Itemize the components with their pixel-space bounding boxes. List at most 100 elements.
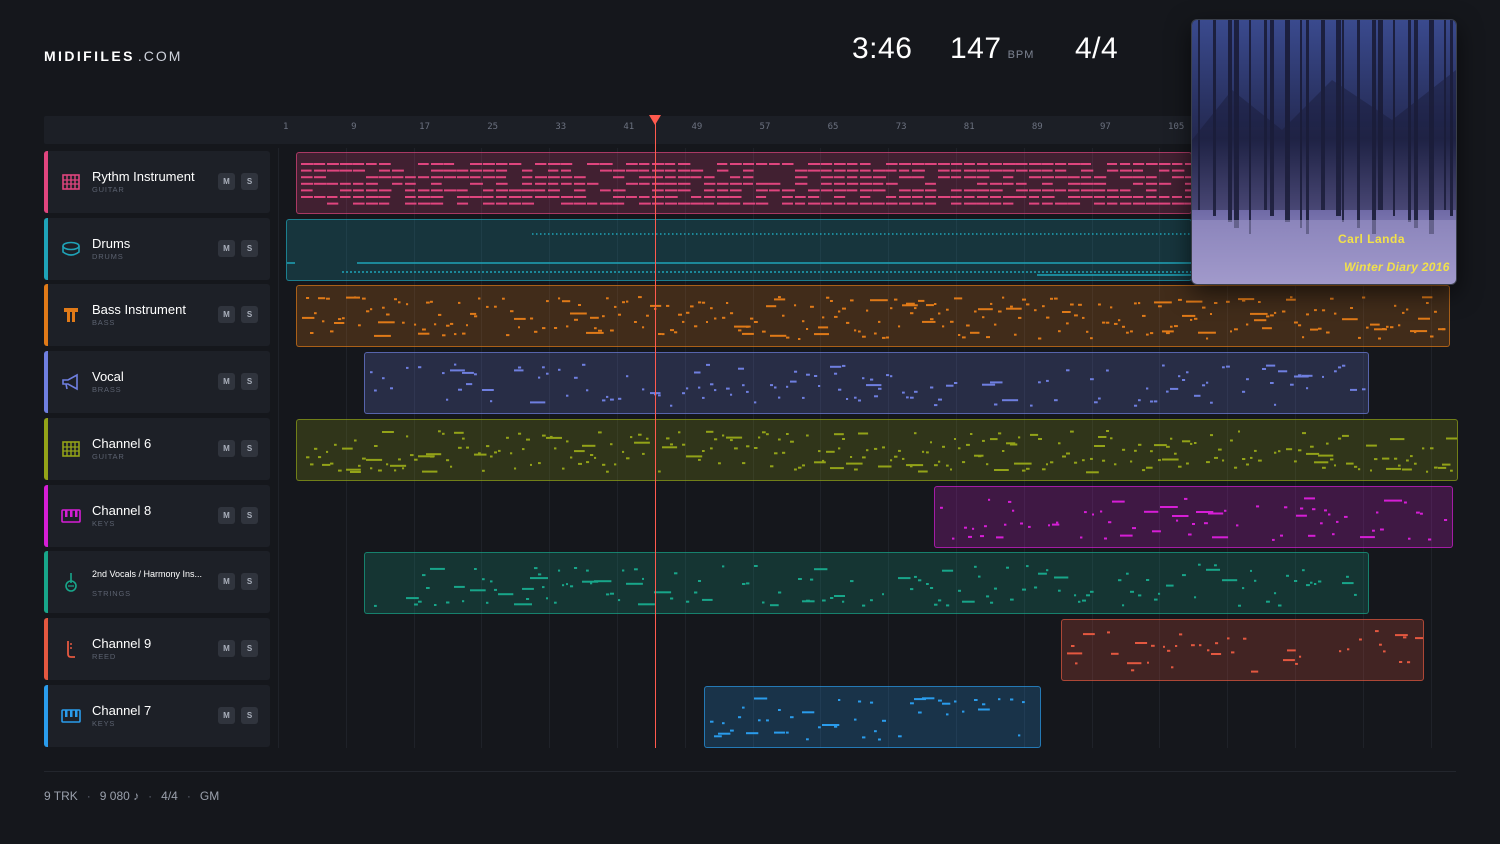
footer-midi-standard: GM	[199, 789, 220, 803]
clip-notes	[287, 232, 1191, 276]
solo-button[interactable]: S	[241, 506, 258, 524]
track-header[interactable]: Bass Instrument BASS M S	[44, 284, 270, 347]
midi-clip[interactable]	[295, 418, 1458, 481]
midi-clip[interactable]	[295, 285, 1450, 348]
footer-separator: ·	[148, 789, 153, 803]
track-header[interactable]: Channel 6 GUITAR M S	[44, 417, 270, 480]
ruler-tick: 1	[283, 122, 289, 132]
track-name: Channel 6	[92, 435, 152, 451]
track-color-stripe	[44, 551, 48, 614]
track-header[interactable]: 2nd Vocals / Harmony Ins... STRINGS M S	[44, 551, 270, 614]
midi-clip[interactable]	[295, 152, 1192, 214]
solo-button[interactable]: S	[241, 439, 258, 457]
track-header[interactable]: Vocal BRASS M S	[44, 351, 270, 414]
footer-signature: 4/4	[161, 789, 178, 803]
ruler-tick: 65	[827, 122, 839, 132]
drum-icon	[62, 241, 80, 256]
midi-clip[interactable]	[363, 552, 1369, 615]
midi-clip[interactable]	[933, 485, 1453, 548]
track-category: BASS	[92, 318, 116, 328]
ruler-tick: 105	[1168, 122, 1185, 132]
solo-button[interactable]: S	[241, 573, 258, 591]
track-category: DRUMS	[92, 251, 124, 261]
tempo-display: 147 BPM	[950, 32, 1034, 66]
album-title: Winter Diary 2016	[1344, 260, 1450, 274]
clip-notes	[300, 163, 1191, 205]
track-name: Channel 7	[92, 702, 152, 718]
album-art-image	[1192, 20, 1456, 284]
ruler-tick: 49	[691, 122, 703, 132]
mute-button[interactable]: M	[218, 373, 235, 391]
footer-separator: ·	[86, 789, 91, 803]
track-header[interactable]: Channel 7 KEYS M S	[44, 684, 270, 747]
ruler-tick: 97	[1099, 122, 1111, 132]
midi-clip[interactable]	[1061, 618, 1424, 681]
ruler-tick: 89	[1031, 122, 1043, 132]
brand-domain: .COM	[137, 48, 183, 64]
grid-line	[278, 148, 279, 748]
midi-clip[interactable]	[286, 218, 1192, 281]
violin-icon	[65, 573, 77, 592]
track-header[interactable]: Channel 8 KEYS M S	[44, 484, 270, 547]
keyboard-icon	[61, 508, 81, 523]
megaphone-icon	[62, 373, 78, 391]
ruler-tick: 81	[963, 122, 975, 132]
track-category: BRASS	[92, 385, 122, 395]
playhead-handle[interactable]	[649, 115, 661, 125]
track-header[interactable]: Rythm Instrument GUITAR M S	[44, 151, 270, 213]
keyboard-icon	[61, 708, 81, 723]
track-name: Channel 8	[92, 502, 152, 518]
mute-button[interactable]: M	[218, 706, 235, 724]
ruler-tick: 17	[419, 122, 430, 132]
solo-button[interactable]: S	[241, 173, 258, 190]
clip-notes	[709, 696, 1025, 741]
midi-clip[interactable]	[363, 352, 1369, 415]
track-name: 2nd Vocals / Harmony Ins...	[92, 569, 203, 580]
track-category: GUITAR	[92, 451, 125, 461]
track-color-stripe	[44, 284, 48, 347]
album-artist: Carl Landa	[1338, 232, 1406, 246]
ruler-tick: 57	[759, 122, 771, 132]
clip-notes	[305, 429, 1457, 474]
solo-button[interactable]: S	[241, 639, 258, 657]
track-color-stripe	[44, 484, 48, 547]
midi-clip[interactable]	[703, 685, 1041, 748]
ruler-tick: 73	[895, 122, 907, 132]
track-category: KEYS	[92, 518, 116, 528]
track-header[interactable]: Channel 9 REED M S	[44, 617, 270, 680]
guitar-grid-icon	[62, 174, 80, 190]
footer-track-count: 9 TRK	[44, 789, 78, 803]
mute-button[interactable]: M	[218, 639, 235, 657]
footer-summary: 9 TRK · 9 080 ♪ · 4/4 · GM	[44, 789, 219, 803]
track-category: STRINGS	[92, 589, 131, 599]
footer-separator: ·	[186, 789, 191, 803]
clip-notes	[1067, 629, 1423, 673]
solo-button[interactable]: S	[241, 373, 258, 391]
track-color-stripe	[44, 351, 48, 414]
footer-note-count: 9 080 ♪	[99, 789, 140, 803]
time-signature: 4/4	[1075, 32, 1119, 65]
track-name: Drums	[92, 235, 131, 251]
clip-notes	[369, 363, 1366, 407]
track-category: REED	[92, 651, 117, 661]
clip-notes	[301, 296, 1445, 341]
playhead[interactable]	[655, 120, 656, 748]
footer-divider	[44, 771, 1456, 772]
track-name: Channel 9	[92, 635, 152, 651]
solo-button[interactable]: S	[241, 239, 258, 257]
mute-button[interactable]: M	[218, 573, 235, 591]
solo-button[interactable]: S	[241, 306, 258, 324]
mute-button[interactable]: M	[218, 439, 235, 457]
reed-icon	[67, 640, 75, 658]
clip-notes	[373, 563, 1357, 608]
mute-button[interactable]: M	[218, 173, 235, 190]
mute-button[interactable]: M	[218, 239, 235, 257]
mute-button[interactable]: M	[218, 306, 235, 324]
track-header[interactable]: Drums DRUMS M S	[44, 217, 270, 280]
clip-notes	[939, 496, 1447, 541]
solo-button[interactable]: S	[241, 706, 258, 724]
track-name: Vocal	[92, 369, 124, 385]
mute-button[interactable]: M	[218, 506, 235, 524]
ruler-tick: 33	[555, 122, 567, 132]
track-category: KEYS	[92, 718, 116, 728]
